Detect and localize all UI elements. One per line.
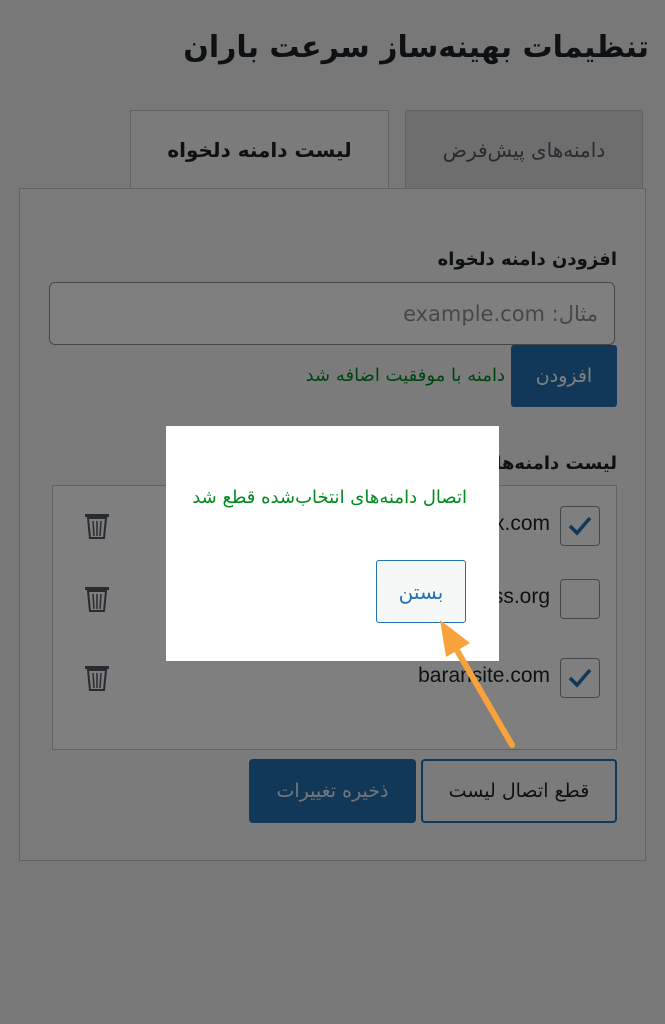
confirmation-modal: اتصال دامنه‌های انتخاب‌شده قطع شد بستن	[166, 426, 499, 661]
modal-message: اتصال دامنه‌های انتخاب‌شده قطع شد	[192, 487, 467, 508]
modal-close-button[interactable]: بستن	[376, 560, 466, 623]
